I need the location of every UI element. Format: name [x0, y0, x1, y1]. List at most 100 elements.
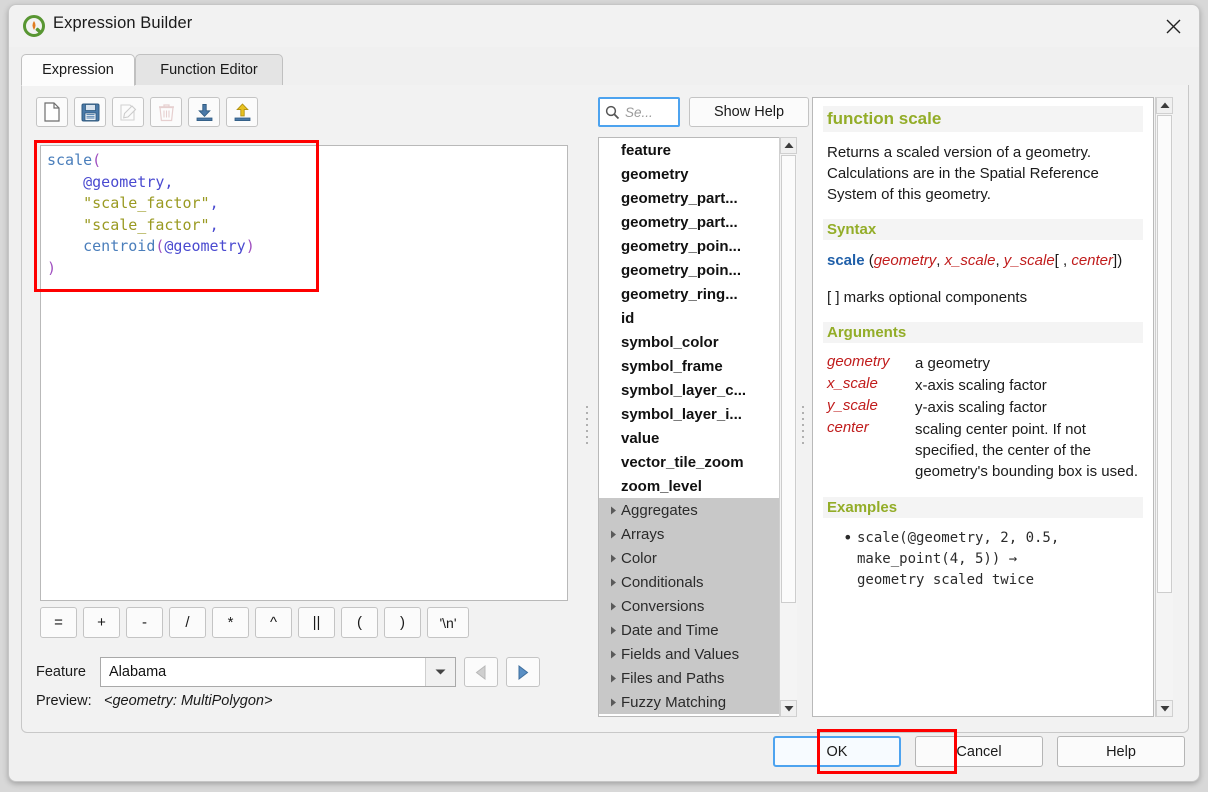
- function-item[interactable]: geometry: [599, 162, 789, 186]
- function-category-label: Date and Time: [621, 622, 719, 639]
- function-item[interactable]: symbol_layer_c...: [599, 378, 789, 402]
- chevron-down-icon[interactable]: [425, 658, 455, 686]
- function-tree-scroll-thumb[interactable]: [781, 155, 796, 603]
- help-examples-heading: Examples: [823, 497, 1143, 518]
- function-tree[interactable]: featuregeometrygeometry_part...geometry_…: [598, 137, 790, 717]
- operator-button-[interactable]: ^: [255, 607, 292, 638]
- feature-value: Alabama: [101, 664, 166, 680]
- import-expressions-button[interactable]: [188, 97, 220, 127]
- show-help-button[interactable]: Show Help: [689, 97, 809, 127]
- function-category[interactable]: Arrays: [599, 522, 789, 546]
- dialog-button-bar: OK Cancel Help: [773, 736, 1185, 767]
- right-splitter[interactable]: [798, 137, 807, 717]
- triangle-right-icon[interactable]: [605, 530, 621, 539]
- function-item[interactable]: geometry_poin...: [599, 258, 789, 282]
- function-item[interactable]: vector_tile_zoom: [599, 450, 789, 474]
- function-item[interactable]: geometry_ring...: [599, 282, 789, 306]
- tab-function-editor[interactable]: Function Editor: [135, 54, 283, 86]
- function-category[interactable]: Aggregates: [599, 498, 789, 522]
- triangle-right-icon[interactable]: [605, 578, 621, 587]
- function-item[interactable]: symbol_frame: [599, 354, 789, 378]
- function-category[interactable]: Fuzzy Matching: [599, 690, 789, 714]
- help-examples-list: scale(@geometry, 2, 0.5, make_point(4, 5…: [823, 528, 1143, 591]
- expression-line: ): [47, 258, 561, 280]
- help-arguments-table: geometrya geometryx_scalex-axis scaling …: [823, 353, 1143, 483]
- triangle-right-icon[interactable]: [605, 698, 621, 707]
- help-scroll-down-icon[interactable]: [1156, 700, 1173, 717]
- edit-pencil-icon: [112, 97, 144, 127]
- help-argument-row: centerscaling center point. If not speci…: [823, 419, 1143, 483]
- ok-button[interactable]: OK: [773, 736, 901, 767]
- cancel-button[interactable]: Cancel: [915, 736, 1043, 767]
- operator-button-[interactable]: (: [341, 607, 378, 638]
- title-bar: Expression Builder: [9, 5, 1199, 47]
- function-item[interactable]: geometry_part...: [599, 186, 789, 210]
- triangle-right-icon[interactable]: [605, 602, 621, 611]
- function-item[interactable]: geometry_poin...: [599, 234, 789, 258]
- next-triangle-icon[interactable]: [506, 657, 540, 687]
- export-expressions-button[interactable]: [226, 97, 258, 127]
- scroll-up-icon[interactable]: [780, 137, 797, 154]
- function-category[interactable]: Conditionals: [599, 570, 789, 594]
- operator-button-[interactable]: =: [40, 607, 77, 638]
- function-category-label: Aggregates: [621, 502, 698, 519]
- operator-button-[interactable]: ): [384, 607, 421, 638]
- function-item[interactable]: id: [599, 306, 789, 330]
- expression-line: "scale_factor",: [47, 215, 561, 237]
- triangle-right-icon[interactable]: [605, 674, 621, 683]
- close-icon[interactable]: [1147, 5, 1199, 47]
- function-category[interactable]: Date and Time: [599, 618, 789, 642]
- feature-label: Feature: [36, 664, 100, 680]
- operator-button-[interactable]: ||: [298, 607, 335, 638]
- new-expression-button[interactable]: [36, 97, 68, 127]
- help-scroll-thumb[interactable]: [1157, 115, 1172, 593]
- expression-toolbar: [36, 97, 258, 127]
- expression-line: scale(: [47, 150, 561, 172]
- help-description: Returns a scaled version of a geometry. …: [823, 142, 1143, 205]
- triangle-right-icon[interactable]: [605, 626, 621, 635]
- prev-triangle-icon[interactable]: [464, 657, 498, 687]
- help-scroll-up-icon[interactable]: [1156, 97, 1173, 114]
- function-category-label: Fuzzy Matching: [621, 694, 726, 711]
- save-expression-button[interactable]: [74, 97, 106, 127]
- function-category[interactable]: Conversions: [599, 594, 789, 618]
- help-argument-desc: y-axis scaling factor: [915, 397, 1143, 419]
- search-placeholder: Se...: [625, 105, 653, 120]
- operator-button-[interactable]: -: [126, 607, 163, 638]
- operator-button-n[interactable]: '\n': [427, 607, 469, 638]
- function-item[interactable]: zoom_level: [599, 474, 789, 498]
- triangle-right-icon[interactable]: [605, 506, 621, 515]
- operator-button-[interactable]: *: [212, 607, 249, 638]
- feature-row: Feature Alabama: [36, 657, 540, 687]
- operator-button-[interactable]: +: [83, 607, 120, 638]
- function-category[interactable]: Color: [599, 546, 789, 570]
- function-tree-items: featuregeometrygeometry_part...geometry_…: [599, 138, 789, 714]
- function-category[interactable]: Files and Paths: [599, 666, 789, 690]
- expression-input[interactable]: scale( @geometry, "scale_factor", "scale…: [40, 145, 568, 601]
- left-splitter[interactable]: [582, 137, 591, 717]
- function-item[interactable]: geometry_part...: [599, 210, 789, 234]
- tab-strip: Expression Function Editor: [21, 54, 1189, 86]
- function-item[interactable]: symbol_color: [599, 330, 789, 354]
- feature-combobox[interactable]: Alabama: [100, 657, 456, 687]
- help-panel-scrollbar[interactable]: [1155, 97, 1173, 717]
- help-title: function scale: [823, 106, 1143, 132]
- tab-expression[interactable]: Expression: [21, 54, 135, 86]
- function-item[interactable]: feature: [599, 138, 789, 162]
- function-item[interactable]: symbol_layer_i...: [599, 402, 789, 426]
- function-category-label: Conversions: [621, 598, 704, 615]
- scroll-down-icon[interactable]: [780, 700, 797, 717]
- help-syntax-line: scale (geometry, x_scale, y_scale[ , cen…: [823, 250, 1143, 271]
- help-panel: function scale Returns a scaled version …: [812, 97, 1154, 717]
- function-item[interactable]: value: [599, 426, 789, 450]
- search-input[interactable]: Se...: [598, 97, 680, 127]
- triangle-right-icon[interactable]: [605, 650, 621, 659]
- function-tree-scrollbar[interactable]: [779, 137, 797, 717]
- triangle-right-icon[interactable]: [605, 554, 621, 563]
- operator-button-[interactable]: /: [169, 607, 206, 638]
- expression-line: centroid(@geometry): [47, 236, 561, 258]
- function-category[interactable]: Fields and Values: [599, 642, 789, 666]
- cancel-button-label: Cancel: [956, 744, 1001, 760]
- help-optional-note: [ ] marks optional components: [823, 287, 1143, 308]
- help-button[interactable]: Help: [1057, 736, 1185, 767]
